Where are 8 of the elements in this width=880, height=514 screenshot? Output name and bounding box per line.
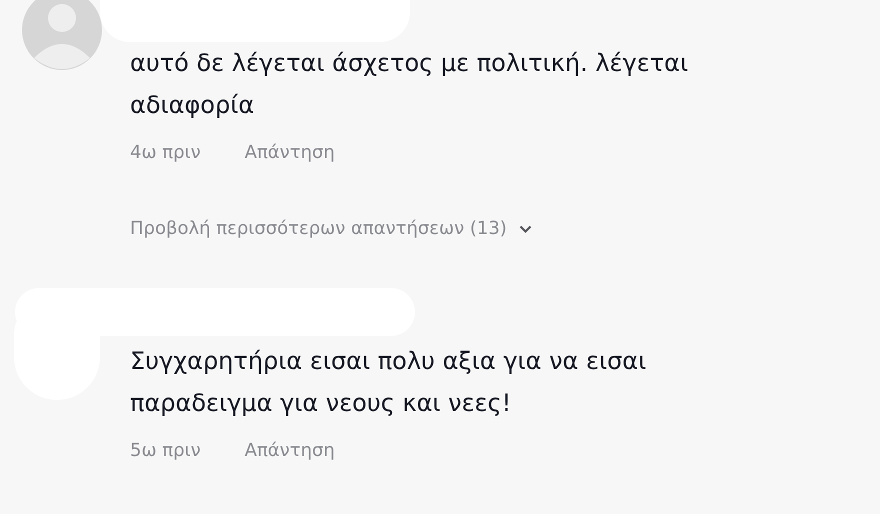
reply-link[interactable]: Απάντηση [244,142,335,164]
timestamp: 5ω πριν [130,440,201,462]
chevron-down-icon [518,224,532,234]
comment-text: αυτό δε λέγεται άσχετος με πολιτική. λέγεται αδιαφορία [130,48,690,121]
reply-link[interactable]: Απάντηση [244,440,335,462]
view-more-replies-link[interactable]: Προβολή περισσότερων απαντήσεων (13) [130,218,507,240]
comment-text: Συγχαρητήρια εισαι πολυ αξια για να εισαι παραδειγμα για νεους και νεες! [130,346,648,419]
timestamp: 4ω πριν [130,142,201,164]
